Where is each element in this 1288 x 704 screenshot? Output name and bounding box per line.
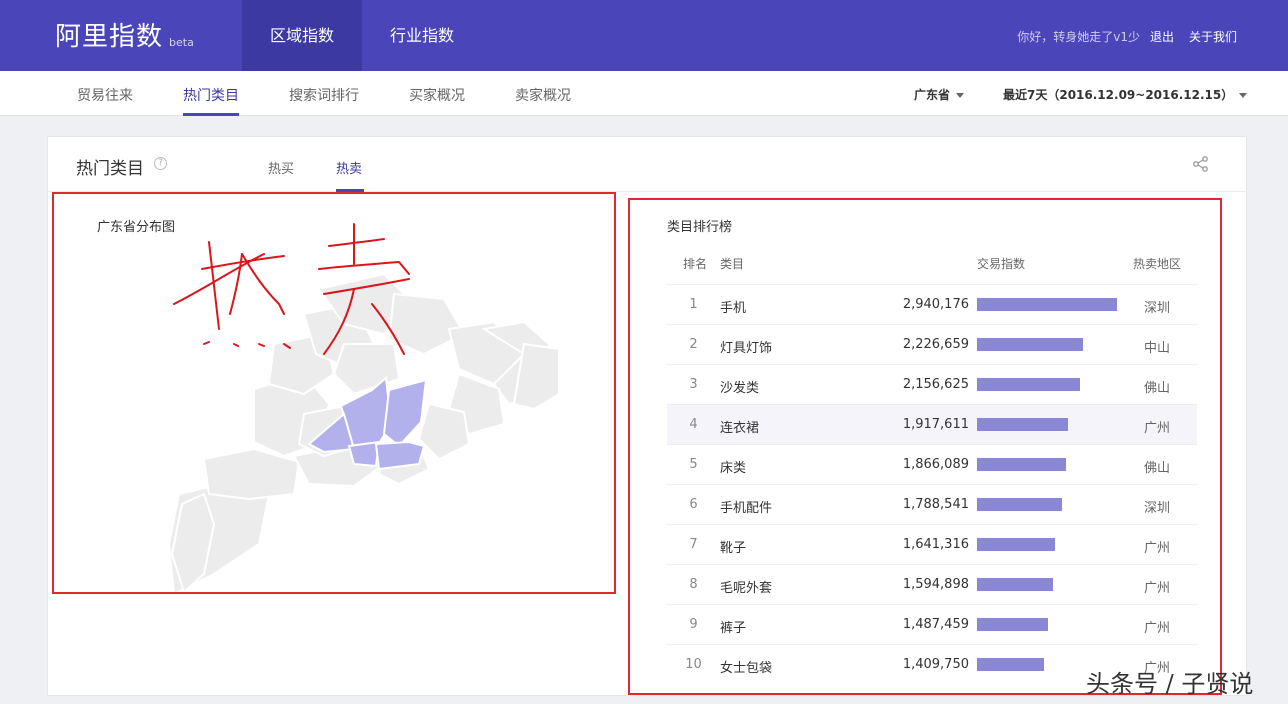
rank-hot-region: 佛山 — [1143, 381, 1170, 396]
rank-index-bar — [977, 538, 1055, 551]
rank-number: 4 — [689, 417, 698, 432]
guangdong-map[interactable] — [54, 194, 614, 592]
rank-number: 3 — [689, 377, 698, 392]
ranking-row[interactable]: 8 毛呢外套 1,594,898 广州 — [667, 564, 1197, 604]
subnav-seller-overview[interactable]: 卖家概况 — [515, 85, 571, 105]
rank-trade-index: 1,866,089 — [902, 457, 969, 472]
ranking-title: 类目排行榜 — [667, 220, 733, 235]
rank-hot-region: 佛山 — [1143, 461, 1170, 476]
sub-navigation: 贸易往来 热门类目 搜索词排行 买家概况 卖家概况 广东省 最近7天（2016.… — [0, 71, 1288, 116]
rank-trade-index: 1,487,459 — [902, 617, 969, 632]
rank-number: 1 — [689, 297, 698, 312]
subnav-trade[interactable]: 贸易往来 — [77, 85, 133, 105]
chevron-down-icon — [956, 93, 965, 98]
about-link[interactable]: 关于我们 — [1189, 28, 1237, 45]
ranking-row[interactable]: 6 手机配件 1,788,541 深圳 — [667, 484, 1197, 524]
chevron-down-icon — [1239, 93, 1248, 98]
rank-index-bar — [977, 618, 1048, 631]
ranking-row[interactable]: 5 床类 1,866,089 佛山 — [667, 444, 1197, 484]
watermark-text: 头条号 / 子贤说 — [1086, 670, 1254, 698]
rank-hot-region: 广州 — [1143, 581, 1170, 596]
rank-category: 手机 — [720, 301, 747, 316]
rank-index-bar — [977, 578, 1053, 591]
rank-trade-index: 1,917,611 — [902, 417, 969, 432]
rank-hot-region: 中山 — [1143, 341, 1170, 356]
rank-hot-region: 广州 — [1143, 421, 1170, 436]
map-region-shenzhen — [374, 440, 426, 471]
column-header-rank: 排名 — [683, 257, 708, 271]
tab-industry-index[interactable]: 行业指数 — [362, 0, 482, 71]
rank-number: 10 — [685, 657, 702, 672]
column-header-region: 热卖地区 — [1133, 257, 1182, 271]
rank-trade-index: 1,409,750 — [902, 657, 969, 672]
rank-category: 手机配件 — [720, 501, 773, 516]
rank-index-bar — [977, 458, 1066, 471]
subnav-search-ranking[interactable]: 搜索词排行 — [289, 85, 359, 105]
map-region-central-north — [332, 343, 401, 396]
rank-index-bar — [977, 378, 1080, 391]
rank-category: 女士包袋 — [720, 661, 773, 676]
rank-index-bar — [977, 338, 1083, 351]
rank-index-bar — [977, 658, 1044, 671]
rank-trade-index: 2,156,625 — [902, 377, 969, 392]
rank-hot-region: 深圳 — [1143, 301, 1170, 316]
rank-trade-index: 1,641,316 — [902, 537, 969, 552]
top-header: 阿里指数 beta 区域指数 行业指数 你好，转身她走了v1少 退出 关于我们 — [0, 0, 1288, 71]
rank-category: 靴子 — [720, 541, 747, 556]
rank-hot-region: 广州 — [1143, 541, 1170, 556]
rank-category: 灯具灯饰 — [720, 341, 773, 356]
rank-trade-index: 2,940,176 — [902, 297, 969, 312]
ranking-row[interactable]: 7 靴子 1,641,316 广州 — [667, 524, 1197, 564]
subnav-buyer-overview[interactable]: 买家概况 — [409, 85, 465, 105]
tab-regional-index[interactable]: 区域指数 — [242, 0, 362, 71]
rank-category: 沙发类 — [720, 381, 760, 396]
rank-category: 裤子 — [720, 621, 747, 636]
date-range-dropdown[interactable]: 最近7天（2016.12.09~2016.12.15） — [1003, 86, 1248, 103]
map-region-zhongshan — [347, 440, 381, 468]
date-range-label: 最近7天（2016.12.09~2016.12.15） — [1003, 88, 1234, 102]
subnav-hot-categories[interactable]: 热门类目 — [183, 85, 239, 105]
share-icon[interactable] — [1192, 155, 1210, 173]
rank-trade-index: 1,594,898 — [902, 577, 969, 592]
tab-hot-sell[interactable]: 热卖 — [336, 158, 362, 177]
ranking-row[interactable]: 3 沙发类 2,156,625 佛山 — [667, 364, 1197, 404]
column-header-index: 交易指数 — [977, 257, 1026, 271]
rank-trade-index: 2,226,659 — [902, 337, 969, 352]
beta-tag: beta — [169, 36, 194, 49]
user-greeting: 你好，转身她走了v1少 — [1017, 30, 1140, 44]
rank-category: 毛呢外套 — [720, 581, 773, 596]
rank-trade-index: 1,788,541 — [902, 497, 969, 512]
rank-index-bar — [977, 498, 1062, 511]
rank-hot-region: 深圳 — [1143, 501, 1170, 516]
column-header-category: 类目 — [720, 257, 745, 271]
rank-number: 5 — [689, 457, 698, 472]
rank-category: 连衣裙 — [720, 421, 760, 436]
logout-link[interactable]: 退出 — [1150, 28, 1174, 45]
ranking-row[interactable]: 4 连衣裙 1,917,611 广州 — [667, 404, 1197, 444]
rank-number: 6 — [689, 497, 698, 512]
rank-number: 9 — [689, 617, 698, 632]
rank-index-bar — [977, 298, 1117, 311]
region-dropdown-label: 广东省 — [914, 88, 951, 102]
ranking-row[interactable]: 1 手机 2,940,176 深圳 — [667, 284, 1197, 324]
rank-category: 床类 — [720, 461, 747, 476]
region-dropdown[interactable]: 广东省 — [914, 86, 965, 103]
rank-hot-region: 广州 — [1143, 621, 1170, 636]
active-subnav-indicator — [183, 113, 239, 116]
rank-number: 8 — [689, 577, 698, 592]
app-logo[interactable]: 阿里指数 — [55, 16, 163, 53]
tab-hot-buy[interactable]: 热买 — [268, 158, 294, 177]
card-title: 热门类目 — [76, 159, 144, 179]
ranking-panel: 类目排行榜 排名 类目 交易指数 热卖地区 1 手机 2,940,176 深圳 2 灯具灯… — [628, 198, 1222, 695]
card-header: 热门类目 ? 热买 热卖 — [48, 137, 1246, 192]
map-panel: 广东省分布图 — [52, 192, 616, 594]
rank-number: 2 — [689, 337, 698, 352]
ranking-row[interactable]: 9 裤子 1,487,459 广州 — [667, 604, 1197, 644]
ranking-row[interactable]: 2 灯具灯饰 2,226,659 中山 — [667, 324, 1197, 364]
rank-number: 7 — [689, 537, 698, 552]
rank-index-bar — [977, 418, 1068, 431]
help-icon[interactable]: ? — [154, 157, 167, 170]
map-region-southeast — [417, 402, 471, 461]
